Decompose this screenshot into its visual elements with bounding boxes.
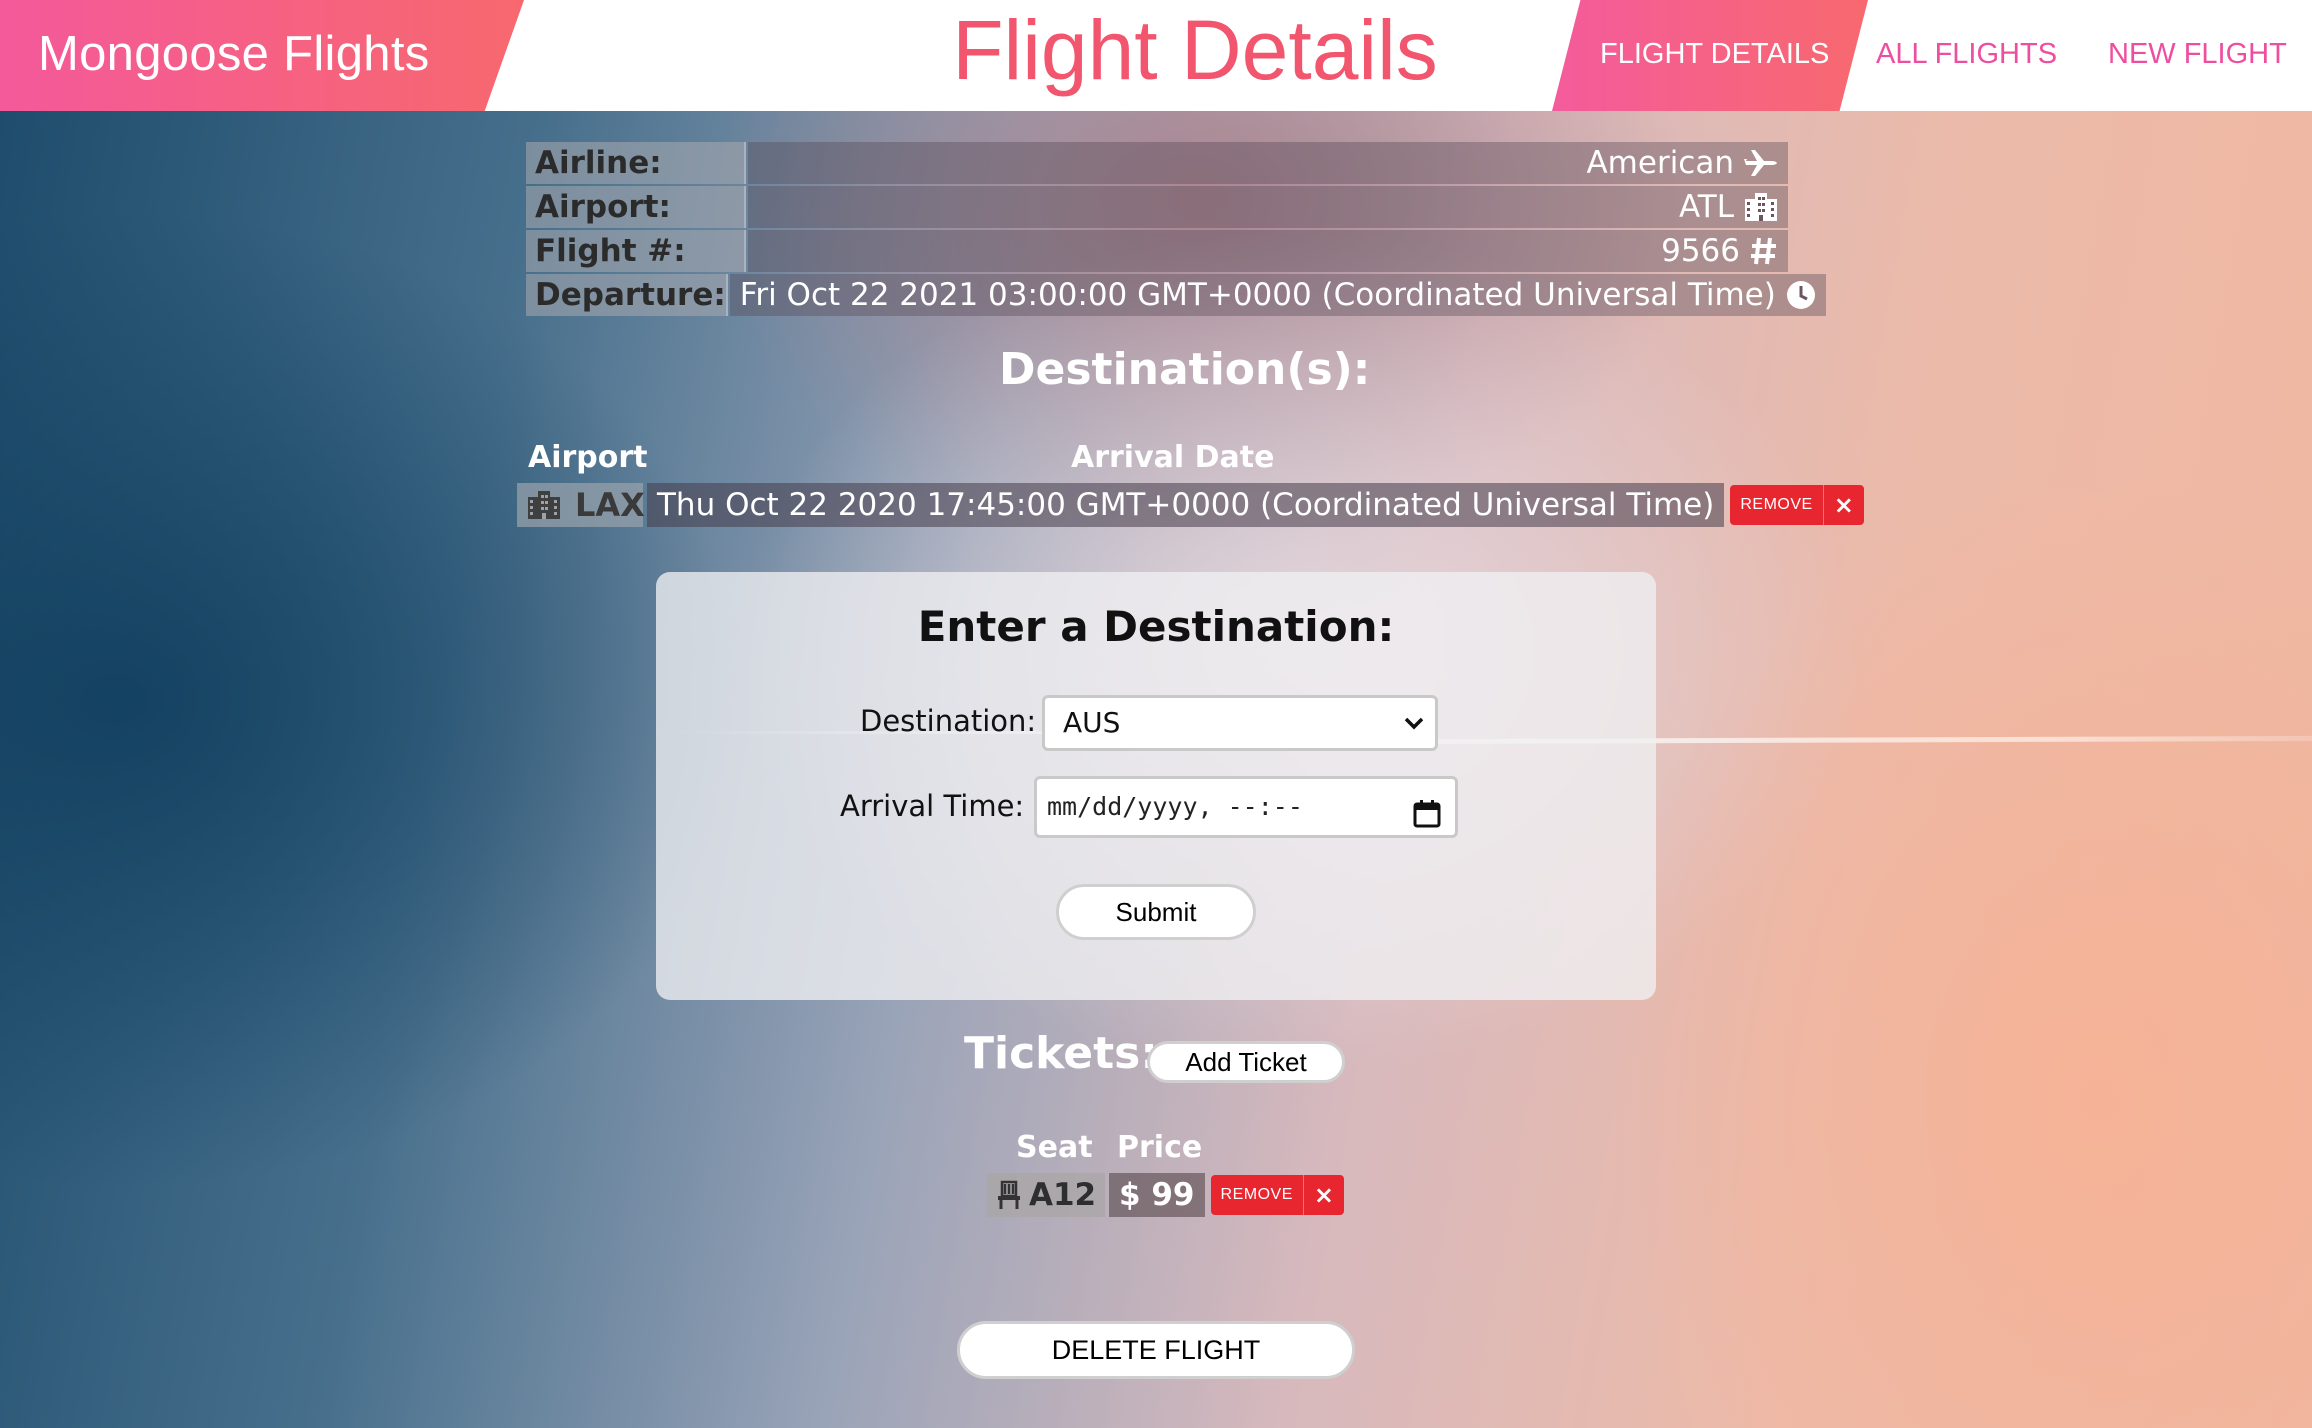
airport-cell: ATL (748, 186, 1788, 228)
remove-ticket-label: REMOVE (1220, 1186, 1293, 1203)
hashtag-icon (1750, 236, 1778, 266)
close-icon: × (1822, 485, 1864, 525)
destination-airport-cell: LAX (517, 483, 645, 527)
building-icon (1744, 191, 1778, 223)
ticket-seat-value: A12 (1029, 1177, 1097, 1213)
ticket-price-value: $ 99 (1109, 1173, 1205, 1217)
add-ticket-button[interactable]: Add Ticket (1147, 1041, 1345, 1083)
plane-icon (1744, 147, 1778, 179)
building-icon (525, 489, 563, 521)
destination-select-value: AUS (1063, 706, 1121, 739)
destinations-title: Destination(s): (999, 344, 1371, 395)
form-title: Enter a Destination: (917, 602, 1395, 651)
airline-value: American (1586, 145, 1734, 181)
destination-select[interactable]: AUS (1042, 695, 1438, 751)
nav-flight-details[interactable]: FLIGHT DETAILS (1600, 38, 1829, 71)
departure-row: Departure: Fri Oct 22 2021 03:00:00 GMT+… (526, 274, 1826, 316)
destination-form-card: Enter a Destination: Destination: AUS Ar… (656, 572, 1656, 1000)
destination-airport-value: LAX (575, 486, 645, 524)
close-icon: × (1302, 1175, 1344, 1215)
departure-cell: Fri Oct 22 2021 03:00:00 GMT+0000 (Coord… (729, 274, 1826, 316)
tickets-col-seat: Seat (1016, 1130, 1093, 1165)
destinations-col-arrival: Arrival Date (1071, 440, 1275, 475)
calendar-icon[interactable] (1413, 793, 1441, 849)
flight-number-label: Flight #: (526, 230, 746, 272)
submit-button[interactable]: Submit (1056, 884, 1256, 940)
chevron-down-icon (1403, 698, 1425, 767)
airport-value: ATL (1678, 189, 1734, 225)
airline-label: Airline: (526, 142, 746, 184)
chair-icon (997, 1180, 1021, 1210)
remove-ticket-button[interactable]: REMOVE × (1210, 1175, 1344, 1215)
airline-row: Airline: American (526, 142, 1788, 184)
brand-label[interactable]: Mongoose Flights (38, 26, 430, 82)
page-title: Flight Details (952, 3, 1438, 97)
airport-row: Airport: ATL (526, 186, 1788, 228)
top-navbar: Mongoose Flights Flight Details FLIGHT D… (0, 0, 2312, 111)
flight-number-value: 9566 (1661, 233, 1740, 269)
airport-label: Airport: (526, 186, 746, 228)
nav-new-flight[interactable]: NEW FLIGHT (2108, 38, 2287, 71)
ticket-seat-cell: A12 (987, 1173, 1105, 1217)
arrival-time-placeholder: mm/dd/yyyy, --:-- (1047, 792, 1303, 821)
destination-arrival-value: Thu Oct 22 2020 17:45:00 GMT+0000 (Coord… (647, 483, 1725, 527)
flight-number-row: Flight #: 9566 (526, 230, 1788, 272)
clock-icon (1786, 280, 1816, 310)
tickets-title: Tickets: (964, 1028, 1158, 1079)
destination-field-label: Destination: (860, 704, 1037, 738)
destinations-col-airport: Airport (528, 440, 648, 475)
remove-destination-button[interactable]: REMOVE × (1730, 485, 1864, 525)
arrival-time-input[interactable]: mm/dd/yyyy, --:-- (1034, 776, 1458, 838)
airline-cell: American (748, 142, 1788, 184)
destination-row: LAX Thu Oct 22 2020 17:45:00 GMT+0000 (C… (517, 483, 1864, 527)
delete-flight-button[interactable]: DELETE FLIGHT (957, 1321, 1355, 1379)
tickets-col-price: Price (1117, 1130, 1203, 1165)
flight-number-cell: 9566 (748, 230, 1788, 272)
nav-all-flights[interactable]: ALL FLIGHTS (1876, 38, 2057, 71)
ticket-row: A12 $ 99 REMOVE × (987, 1173, 1344, 1217)
departure-value: Fri Oct 22 2021 03:00:00 GMT+0000 (Coord… (739, 277, 1776, 313)
arrival-time-label: Arrival Time: (840, 789, 1025, 823)
departure-label: Departure: (526, 274, 728, 316)
flight-details-table: Airline: American Airport: ATL Flight #:… (526, 142, 1826, 318)
remove-destination-label: REMOVE (1740, 496, 1813, 513)
